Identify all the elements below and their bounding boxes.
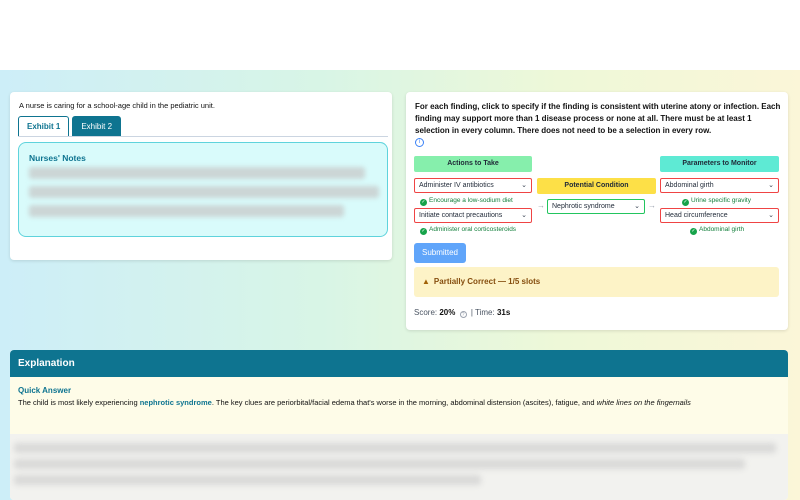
chevron-down-icon: ⌄ xyxy=(634,203,640,210)
question-instructions: For each finding, click to specify if th… xyxy=(415,102,781,135)
parameter-select-2-value: Head circumference xyxy=(665,212,728,219)
correct-answer-hint: ✓ Encourage a low-sodium diet xyxy=(420,197,513,206)
correct-answer-hint: ✓ Abdominal girth xyxy=(690,226,744,235)
chevron-down-icon: ⌄ xyxy=(768,212,774,219)
hint-action-2-text: Administer oral corticosteroids xyxy=(429,226,517,233)
column-header-parameters: Parameters to Monitor xyxy=(660,156,779,172)
arrow-right-icon: → xyxy=(537,201,545,210)
arrow-right-icon: → xyxy=(648,201,656,210)
check-circle-icon: ✓ xyxy=(690,228,697,235)
exhibit-panel: A nurse is caring for a school-age child… xyxy=(10,92,392,260)
check-circle-icon: ✓ xyxy=(420,199,427,206)
action-select-1-value: Administer IV antibiotics xyxy=(419,182,494,189)
condition-select[interactable]: Nephrotic syndrome ⌄ xyxy=(547,199,645,214)
result-banner: ▲ Partially Correct — 1/5 slots xyxy=(414,267,779,297)
quick-answer-italic: white lines on the fingernails xyxy=(596,398,691,407)
check-circle-icon: ✓ xyxy=(682,199,689,206)
parameter-select-1[interactable]: Abdominal girth ⌄ xyxy=(660,178,779,193)
correct-answer-hint: ✓ Administer oral corticosteroids xyxy=(420,226,516,235)
tab-exhibit-2[interactable]: Exhibit 2 xyxy=(72,116,122,136)
info-icon[interactable]: i xyxy=(415,138,424,147)
submitted-button[interactable]: Submitted xyxy=(414,243,466,263)
nurses-notes-box: Nurses' Notes xyxy=(18,142,388,237)
tab-divider xyxy=(18,136,388,137)
parameter-select-2[interactable]: Head circumference ⌄ xyxy=(660,208,779,223)
time-label: Time: xyxy=(475,308,495,317)
warning-icon: ▲ xyxy=(422,277,430,286)
tab-exhibit-1[interactable]: Exhibit 1 xyxy=(18,116,70,136)
action-select-1[interactable]: Administer IV antibiotics ⌄ xyxy=(414,178,532,193)
hint-param-2-text: Abdominal girth xyxy=(699,226,745,233)
chevron-down-icon: ⌄ xyxy=(768,182,774,189)
result-text: Partially Correct — 1/5 slots xyxy=(433,277,541,286)
quick-answer-clues: . The key clues are periorbital/facial e… xyxy=(211,398,597,407)
hint-param-1-text: Urine specific gravity xyxy=(691,197,751,204)
quick-answer-text: The child is most likely experiencing ne… xyxy=(18,398,788,407)
score-label: Score: xyxy=(414,308,438,317)
column-header-actions: Actions to Take xyxy=(414,156,532,172)
hint-action-1-text: Encourage a low-sodium diet xyxy=(429,197,513,204)
nurses-notes-title: Nurses' Notes xyxy=(29,153,86,163)
exhibit-tabs: Exhibit 1 Exhibit 2 xyxy=(18,116,122,136)
time-value: 31s xyxy=(496,308,511,317)
question-panel: For each finding, click to specify if th… xyxy=(406,92,788,330)
chevron-down-icon: ⌄ xyxy=(521,212,527,219)
quick-answer-title: Quick Answer xyxy=(18,386,72,395)
action-select-2[interactable]: Initiate contact precautions ⌄ xyxy=(414,208,532,223)
score-value: 20% xyxy=(439,308,456,317)
check-circle-icon: ✓ xyxy=(420,228,427,235)
chevron-down-icon: ⌄ xyxy=(521,182,527,189)
help-icon[interactable]: ? xyxy=(459,311,467,318)
nurses-notes-redacted xyxy=(29,167,379,229)
parameter-select-1-value: Abdominal girth xyxy=(665,182,714,189)
question-stem: A nurse is caring for a school-age child… xyxy=(19,101,215,110)
action-select-2-value: Initiate contact precautions xyxy=(419,212,503,219)
explanation-redacted xyxy=(10,437,788,497)
column-header-condition: Potential Condition xyxy=(537,178,656,194)
condition-select-value: Nephrotic syndrome xyxy=(552,203,615,210)
explanation-body: Quick Answer The child is most likely ex… xyxy=(10,377,788,500)
correct-answer-hint: ✓ Urine specific gravity xyxy=(682,197,751,206)
score-line: Score: 20% ? | Time: 31s xyxy=(414,308,511,318)
quick-answer-lead: The child is most likely experiencing xyxy=(18,398,140,407)
diagnosis-highlight: nephrotic syndrome xyxy=(139,398,212,407)
explanation-panel: Explanation Quick Answer The child is mo… xyxy=(10,350,788,500)
explanation-header[interactable]: Explanation xyxy=(10,350,788,377)
